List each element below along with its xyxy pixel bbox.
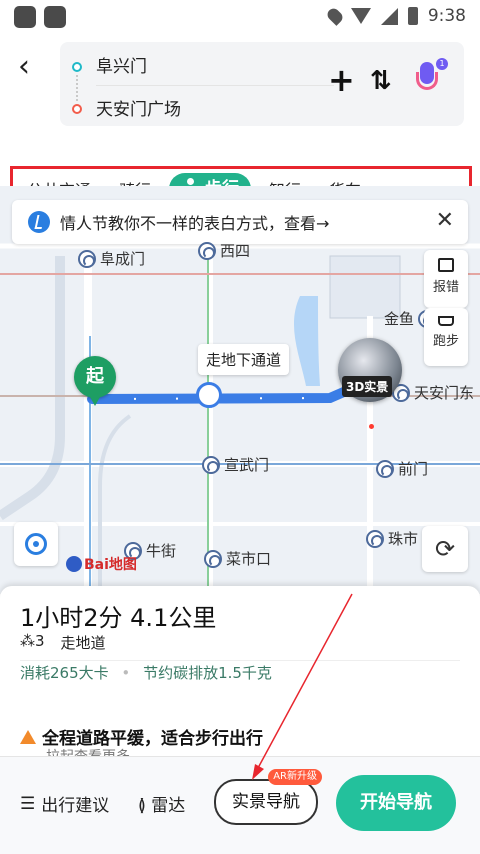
edit-report-icon (438, 258, 454, 272)
add-waypoint-button[interactable]: + (328, 64, 355, 96)
card-divider (96, 85, 334, 86)
carbon-text: 节约碳排放1.5千克 (143, 664, 272, 682)
back-button[interactable]: ‹ (18, 52, 48, 82)
end-dot-icon (72, 104, 82, 114)
list-icon: ☰ (20, 793, 36, 814)
poi-label: 牛街 (146, 542, 177, 560)
calories-text: 消耗265大卡 (20, 664, 109, 682)
run-button[interactable]: 跑步 (424, 308, 468, 366)
metro-icon (198, 241, 216, 260)
divider (20, 660, 460, 661)
view-3d-label: 3D实景 (342, 376, 393, 397)
tunnel-tooltip: 走地下通道 (198, 344, 290, 375)
metro-icon (376, 459, 394, 478)
route-header: ‹ 阜兴门 天安门广场 + ⇅ 1 公共交通 骑行 步行 智行 货车 ⌵ (0, 34, 480, 212)
ar-badge: AR新升级 (268, 769, 322, 785)
poi-xisi[interactable]: 西四 (198, 240, 250, 261)
poi-label: 宣武门 (224, 456, 270, 474)
poi-label: 天安门东 (414, 384, 475, 402)
poi-label: 菜市口 (226, 550, 272, 568)
radar-button[interactable]: ≬ 雷达 (138, 791, 185, 816)
advice-label: 出行建议 (41, 796, 110, 816)
poi-label: 阜成门 (100, 250, 146, 268)
signal-icon (380, 7, 398, 25)
bottom-action-bar: ☰ 出行建议 ≬ 雷达 实景导航 AR新升级 开始导航 (0, 756, 480, 854)
traffic-light-value: 3 (35, 632, 45, 650)
start-marker[interactable]: 起 (74, 356, 116, 406)
run-label: 跑步 (432, 334, 459, 349)
metro-icon (204, 549, 222, 568)
report-label: 报错 (432, 280, 459, 295)
app-g-icon (44, 6, 66, 28)
mic-stand (416, 72, 438, 90)
route-connector (76, 75, 78, 101)
mic-badge: 1 (436, 58, 448, 70)
origin-field[interactable]: 阜兴门 (96, 52, 147, 77)
report-error-button[interactable]: 报错 (424, 250, 468, 308)
locate-icon (25, 533, 47, 555)
poi-qianmen[interactable]: 前门 (376, 458, 428, 479)
route-features: ⁂3 走地道 (20, 632, 106, 653)
battery-icon (407, 7, 418, 25)
destination-dot (369, 424, 374, 429)
promo-banner-text: 情人节教你不一样的表白方式，查看→ (60, 214, 330, 233)
radar-label: 雷达 (151, 796, 186, 816)
status-bar: 9:38 (0, 0, 480, 34)
destination-field[interactable]: 天安门广场 (96, 95, 181, 120)
underpass-text: 走地道 (60, 634, 106, 652)
poi-label: 金鱼 (384, 310, 415, 328)
metro-icon (78, 249, 96, 268)
swap-route-button[interactable]: ⇅ (370, 66, 392, 96)
poi-fuchengmen[interactable]: 阜成门 (78, 248, 145, 269)
warning-icon (20, 729, 36, 744)
shoe-icon (438, 316, 454, 326)
status-time: 9:38 (427, 6, 466, 26)
status-right: 9:38 (324, 6, 466, 26)
promo-banner[interactable]: 情人节教你不一样的表白方式，查看→ ✕ (12, 200, 468, 244)
map-view[interactable]: 情人节教你不一样的表白方式，查看→ ✕ 阜成门 西四 金鱼 天安门东 宣武门 前… (0, 186, 480, 594)
logo-text: Bai地图 (84, 557, 137, 573)
poi-label: 前门 (398, 460, 429, 478)
locate-button[interactable] (14, 522, 58, 566)
metro-icon (202, 455, 220, 474)
walker-badge-icon (28, 211, 50, 233)
voice-input-button[interactable]: 1 (416, 58, 448, 100)
route-input-card: 阜兴门 天安门广场 + ⇅ 1 (60, 42, 464, 126)
location-status-icon (324, 6, 345, 26)
underpass-icon[interactable] (196, 382, 222, 408)
refresh-button[interactable]: ⟳ (422, 526, 468, 572)
start-dot-icon (72, 62, 82, 72)
travel-advice-button[interactable]: ☰ 出行建议 (20, 791, 110, 817)
live-nav-label: 实景导航 (232, 792, 300, 812)
poi-caishikou[interactable]: 菜市口 (204, 548, 271, 569)
poi-label: 西四 (220, 242, 251, 260)
radar-icon: ≬ (138, 796, 146, 816)
poi-zhushi[interactable]: 珠市 (366, 528, 418, 549)
live-view-nav-button[interactable]: 实景导航 AR新升级 (214, 769, 322, 825)
poi-xuanwumen[interactable]: 宣武门 (202, 454, 269, 475)
traffic-light-count: ⁂3 (20, 632, 45, 650)
poi-label: 珠市 (388, 530, 419, 548)
baidu-paw-icon (66, 556, 82, 572)
eco-info: 消耗265大卡 • 节约碳排放1.5千克 (20, 664, 272, 682)
start-navigation-button[interactable]: 开始导航 (336, 775, 456, 831)
metro-icon (366, 529, 384, 548)
duration-distance: 1小时2分 4.1公里 (20, 604, 217, 632)
close-icon[interactable]: ✕ (436, 208, 454, 233)
baidu-map-logo: Bai地图 (66, 554, 137, 574)
status-left-icons (14, 6, 66, 28)
wifi-icon (350, 8, 371, 24)
poi-tiananmen-east[interactable]: 天安门东 (392, 382, 474, 403)
shield-app-icon (14, 6, 36, 28)
